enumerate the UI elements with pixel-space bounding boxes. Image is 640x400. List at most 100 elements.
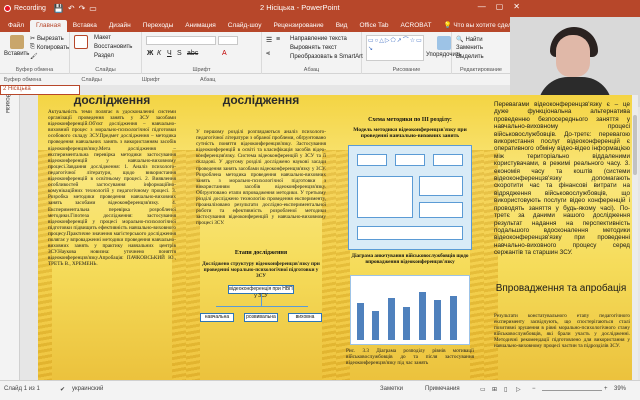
align-text-button[interactable]: Выровнять текст — [290, 45, 337, 51]
numbering-button[interactable]: ≡ — [276, 36, 280, 43]
tab-slideshow[interactable]: Слайд-шоу — [222, 20, 268, 32]
scheme-box — [419, 176, 463, 196]
shapes-gallery[interactable]: ▭○△▷⬠↗⌒☆▭○△▷{}↘ — [366, 35, 424, 61]
vertical-scrollbar[interactable] — [632, 95, 638, 380]
slide-panel-3: Схема методики по III розділу: Модель ме… — [336, 95, 484, 380]
spellcheck-icon[interactable]: ✔ — [60, 386, 65, 393]
arrange-icon — [436, 36, 451, 50]
motivation-bar-chart — [350, 275, 470, 345]
paste-icon — [9, 35, 24, 49]
reading-view-icon[interactable]: ▯ — [504, 386, 507, 393]
status-bar: Слайд 1 из 1 ✔ украинский Заметки Примеч… — [0, 380, 640, 400]
recording-indicator: Recording — [0, 5, 50, 12]
thumbnails-pane[interactable]: Эскизы — [0, 85, 20, 380]
panel-2-subhead: Етапи дослідження — [234, 250, 288, 256]
zoom-out-button[interactable]: − — [532, 386, 536, 392]
bullets-button[interactable]: ☰ — [266, 36, 272, 44]
font-size-field[interactable] — [218, 36, 238, 45]
maximize-button[interactable]: ▢ — [496, 2, 504, 11]
replace-button[interactable]: Заменить — [456, 45, 483, 51]
chart-bar — [449, 295, 457, 340]
select-label: Выделить — [456, 54, 484, 60]
reset-button[interactable]: Восстановить — [94, 44, 132, 50]
chart-bar — [387, 298, 395, 340]
strike-button[interactable]: abc — [187, 50, 198, 57]
underline-button[interactable]: Ч — [167, 50, 172, 57]
connector-line — [216, 306, 308, 307]
slideshow-view-icon[interactable]: ▷ — [516, 386, 521, 393]
subrow-paragraph: Абзац — [199, 76, 216, 83]
notes-button[interactable]: Заметки — [380, 386, 403, 392]
group-paragraph: ☰ ≡ Направление текста Выровнять текст П… — [262, 32, 363, 74]
scrollbar-thumb[interactable] — [633, 115, 637, 175]
slide-panel-2: дослідження У першому розділі розглядают… — [186, 95, 336, 380]
undo-icon[interactable]: ↶ — [68, 4, 75, 13]
group-editing: 🔍 Найти Заменить Выделить Редактирование — [452, 32, 510, 74]
zoom-in-button[interactable]: + — [604, 386, 608, 392]
section-button[interactable]: Раздел — [94, 53, 114, 59]
slide-sorter-icon[interactable]: ⊞ — [492, 386, 497, 393]
comments-button[interactable]: Примечания — [425, 386, 460, 392]
cut-button[interactable]: ✂ Вырезать — [30, 35, 64, 43]
tab-file[interactable]: Файл — [2, 20, 30, 32]
format-painter-button[interactable]: 🖌 — [30, 53, 38, 60]
zoom-slider[interactable] — [542, 390, 602, 391]
normal-view-icon[interactable]: ▭ — [480, 386, 486, 393]
panel-1-text: Актуальність теми полягає в удосконаленн… — [48, 109, 176, 268]
document-tab-label: 2 Нісіцька — [3, 86, 31, 92]
window-controls: — ▢ ✕ — [478, 2, 520, 11]
font-color-button[interactable]: A — [222, 50, 227, 57]
recording-label: Recording — [14, 5, 46, 12]
panel-3-heading: Схема методики по III розділу: — [368, 117, 452, 123]
close-button[interactable]: ✕ — [513, 2, 520, 11]
document-tab[interactable]: 2 Нісіцька — [0, 85, 80, 95]
structure-top-box: відеоконференція при НВП у ЗСУ — [228, 285, 294, 299]
new-slide-button[interactable] — [74, 35, 88, 49]
minimize-button[interactable]: — — [478, 2, 486, 11]
chart-caption: Діаграма анкетування військовослужбовців… — [351, 253, 469, 265]
tab-review[interactable]: Рецензирование — [267, 20, 329, 32]
font-family-field[interactable] — [146, 36, 216, 45]
section-label: Раздел — [94, 53, 114, 59]
slide-canvas[interactable]: дослідження Актуальність теми полягає в … — [20, 95, 638, 380]
layout-label: Макет — [94, 35, 111, 41]
methodology-scheme — [348, 145, 472, 250]
group-slides: Макет Восстановить Раздел Слайды — [70, 32, 142, 74]
find-label: Найти — [465, 36, 483, 43]
paste-button[interactable]: Вставить — [4, 35, 29, 57]
connector-line — [261, 294, 262, 306]
select-button[interactable]: Выделить — [456, 54, 484, 60]
slides-group-label: Слайды — [95, 67, 116, 73]
align-left-button[interactable]: ⫷ — [266, 50, 270, 58]
start-slideshow-icon[interactable]: ▭ — [89, 4, 97, 13]
italic-button[interactable]: К — [157, 50, 161, 57]
text-direction-button[interactable]: Направление текста — [290, 36, 347, 42]
structure-diagram: відеоконференція при НВП у ЗСУ навчальна… — [198, 285, 324, 345]
quick-access-toolbar: 💾 ↶ ↷ ▭ — [54, 4, 97, 13]
copy-button[interactable]: ⎘ Копировать — [30, 44, 69, 51]
tab-animations[interactable]: Анимация — [179, 20, 222, 32]
group-font: Ж К Ч S abc A Шрифт — [142, 32, 262, 74]
tab-design[interactable]: Дизайн — [103, 20, 137, 32]
panel-1-heading: дослідження — [73, 95, 151, 107]
language-indicator[interactable]: украинский — [72, 386, 103, 392]
tab-acrobat[interactable]: ACROBAT — [394, 20, 437, 32]
clipboard-group-label: Буфер обмена — [15, 67, 54, 73]
structure-title: Досліджено структуру відеоконференцзв'яз… — [202, 261, 320, 280]
paste-label: Вставить — [4, 51, 30, 57]
window-title: 2 Нісіцька - PowerPoint — [260, 3, 340, 12]
tab-transitions[interactable]: Переходы — [137, 20, 180, 32]
tab-home[interactable]: Главная — [29, 20, 67, 32]
font-group-label: Шрифт — [192, 67, 211, 73]
redo-icon[interactable]: ↷ — [79, 4, 86, 13]
copy-label: Копировать — [36, 44, 70, 51]
shadow-button[interactable]: S — [177, 50, 182, 57]
layout-button[interactable]: Макет — [94, 35, 111, 41]
tab-insert[interactable]: Вставка — [67, 20, 103, 32]
tab-office-tab[interactable]: Office Tab — [353, 20, 394, 32]
save-icon[interactable]: 💾 — [54, 4, 64, 13]
bold-button[interactable]: Ж — [147, 50, 153, 57]
find-button[interactable]: 🔍 Найти — [456, 36, 483, 44]
tab-view[interactable]: Вид — [330, 20, 354, 32]
smartart-button[interactable]: Преобразовать в SmartArt — [290, 54, 363, 60]
